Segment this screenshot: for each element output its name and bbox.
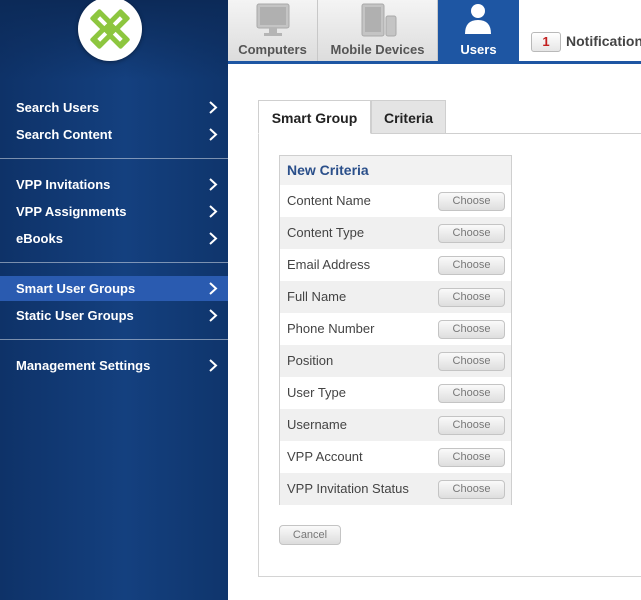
criteria-row: VPP Invitation Status Choose [280,473,511,505]
criteria-row: Content Type Choose [280,217,511,249]
sidebar-item-vpp-invitations[interactable]: VPP Invitations [0,172,228,197]
criteria-row: Email Address Choose [280,249,511,281]
sidebar-item-label: Search Users [16,100,100,115]
criteria-name: Content Type [287,225,365,240]
choose-button[interactable]: Choose [438,224,505,243]
choose-button[interactable]: Choose [438,288,505,307]
notifications-label: Notifications [566,33,641,49]
choose-button[interactable]: Choose [438,256,505,275]
choose-button[interactable]: Choose [438,448,505,467]
sidebar-divider [0,262,228,263]
choose-button[interactable]: Choose [438,480,505,499]
top-nav-bar: Computers Mobile Devices Users [228,0,641,62]
sidebar-item-label: Management Settings [16,358,151,373]
cancel-button[interactable]: Cancel [279,525,341,545]
user-icon [465,4,491,34]
chevron-right-icon [209,205,218,218]
choose-button[interactable]: Choose [438,384,505,403]
choose-button[interactable]: Choose [438,192,505,211]
sidebar-item-label: Search Content [16,127,113,142]
criteria-name: Username [287,417,347,432]
criteria-row: Full Name Choose [280,281,511,313]
chevron-right-icon [209,309,218,322]
criteria-row: Position Choose [280,345,511,377]
chevron-right-icon [209,282,218,295]
chevron-right-icon [209,101,218,114]
sidebar-item-management-settings[interactable]: Management Settings [0,353,228,378]
sidebar-item-smart-user-groups[interactable]: Smart User Groups [0,276,228,301]
criteria-name: VPP Invitation Status [287,481,409,496]
sidebar-item-search-users[interactable]: Search Users [0,95,228,120]
mobile-device-icon [361,3,397,37]
criteria-name: Position [287,353,334,368]
computer-icon [256,3,290,36]
sidebar-item-search-content[interactable]: Search Content [0,122,228,147]
criteria-name: Email Address [287,257,371,272]
criteria-row: Username Choose [280,409,511,441]
chevron-right-icon [209,232,218,245]
new-criteria-table: New Criteria Content Name Choose Content… [279,155,512,505]
tab-smart-group[interactable]: Smart Group [258,100,371,134]
jamf-logo [78,0,142,61]
sidebar-item-ebooks[interactable]: eBooks [0,226,228,251]
choose-button[interactable]: Choose [438,320,505,339]
tab-mobile-devices[interactable]: Mobile Devices [318,0,438,62]
sidebar-item-label: VPP Invitations [16,177,111,192]
sidebar: Search Users Search Content VPP Invitati… [0,0,228,600]
logo-cross-icon [90,9,130,49]
chevron-right-icon [209,359,218,372]
choose-button[interactable]: Choose [438,352,505,371]
tab-criteria[interactable]: Criteria [371,100,446,134]
criteria-title: New Criteria [280,156,511,185]
criteria-row: User Type Choose [280,377,511,409]
sidebar-item-label: Smart User Groups [16,281,136,296]
criteria-name: Content Name [287,193,371,208]
criteria-row: Phone Number Choose [280,313,511,345]
criteria-name: User Type [287,385,347,400]
chevron-right-icon [209,178,218,191]
tab-label: Users [460,42,497,57]
sidebar-item-static-user-groups[interactable]: Static User Groups [0,303,228,328]
criteria-name: VPP Account [287,449,363,464]
criteria-row: VPP Account Choose [280,441,511,473]
sidebar-item-label: VPP Assignments [16,204,127,219]
sidebar-divider [0,339,228,340]
tab-computers[interactable]: Computers [228,0,318,62]
choose-button[interactable]: Choose [438,416,505,435]
tab-users[interactable]: Users [438,0,519,62]
sidebar-divider [0,158,228,159]
sidebar-item-label: eBooks [16,231,63,246]
criteria-name: Phone Number [287,321,375,336]
sidebar-item-vpp-assignments[interactable]: VPP Assignments [0,199,228,224]
tab-label: Mobile Devices [330,42,425,57]
tab-label: Computers [238,42,307,57]
sidebar-item-label: Static User Groups [16,308,134,323]
notification-count-badge: 1 [531,32,561,52]
criteria-row: Content Name Choose [280,185,511,217]
criteria-name: Full Name [287,289,347,304]
chevron-right-icon [209,128,218,141]
